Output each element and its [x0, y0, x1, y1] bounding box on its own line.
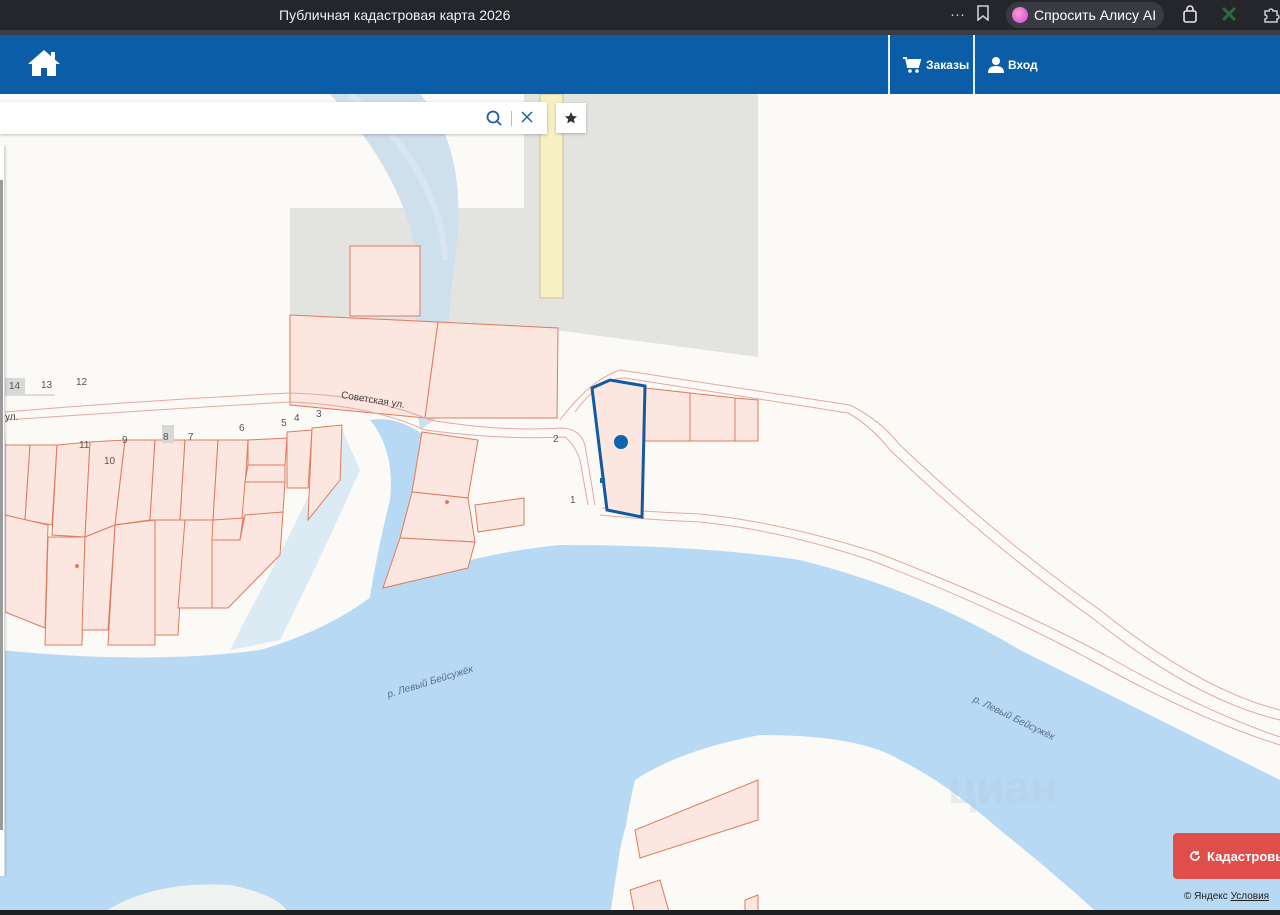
refresh-icon [1190, 851, 1200, 861]
house-number: 10 [104, 456, 116, 467]
home-button[interactable] [26, 48, 62, 80]
house-number: 7 [188, 432, 194, 443]
house-number: 14 [9, 381, 21, 392]
login-label: Вход [1008, 57, 1038, 72]
app-header: Заказы Вход [0, 35, 1280, 94]
shopping-bag-icon[interactable] [1182, 5, 1198, 29]
house-number: 11 [79, 440, 90, 451]
house-number: 5 [281, 418, 287, 429]
header-divider [888, 35, 890, 94]
map-copyright: © Яндекс Условия [1184, 891, 1270, 902]
selected-parcel-marker[interactable] [614, 435, 628, 449]
terms-link[interactable]: Условия [1231, 891, 1270, 902]
cadastral-map[interactable]: 14 13 12 11 9 10 8 7 6 5 4 3 2 1 Советск… [0, 94, 1280, 915]
star-icon [565, 112, 577, 124]
house-number: 8 [163, 432, 169, 443]
header-divider [973, 35, 975, 94]
search-icon[interactable] [486, 110, 502, 131]
browser-title-bar: Публичная кадастровая карта 2026 ··· Спр… [0, 0, 1280, 30]
ask-alice-button[interactable]: Спросить Алису AI [1006, 2, 1164, 28]
house-number: 1 [570, 495, 576, 506]
user-icon [988, 56, 1004, 73]
bookmark-icon[interactable] [976, 5, 990, 27]
house-number: 3 [316, 409, 322, 420]
house-number: 9 [122, 435, 128, 446]
search-divider [511, 111, 512, 126]
watermark: циан [948, 761, 1058, 813]
login-button[interactable]: Вход [988, 35, 1038, 94]
close-icon[interactable] [520, 110, 534, 129]
orders-label: Заказы [926, 57, 970, 72]
house-number: 6 [239, 423, 245, 434]
ask-alice-label: Спросить Алису AI [1034, 7, 1157, 23]
search-bar [0, 102, 547, 134]
house-number: 2 [553, 434, 559, 445]
cadastral-layers-button[interactable]: Кадастровы [1173, 833, 1280, 879]
house-number: 13 [41, 380, 53, 391]
extension-icon[interactable] [1220, 5, 1238, 29]
search-input[interactable] [0, 102, 470, 134]
house-number: 4 [294, 413, 300, 424]
home-icon [28, 50, 60, 76]
street-label-left: ул. [5, 412, 19, 423]
puzzle-icon[interactable] [1262, 5, 1280, 29]
browser-tab-title: Публичная кадастровая карта 2026 [279, 7, 511, 23]
bottom-edge [0, 910, 1280, 915]
favorites-button[interactable] [556, 103, 586, 133]
cadastral-layers-label: Кадастровы [1207, 848, 1280, 864]
orders-button[interactable]: Заказы [902, 35, 969, 94]
house-number: 12 [76, 377, 88, 388]
cart-icon [903, 56, 922, 73]
more-icon[interactable]: ··· [950, 5, 965, 25]
alice-icon [1012, 7, 1028, 23]
side-panel-scrollbar[interactable] [0, 180, 3, 830]
map-canvas[interactable] [0, 94, 1280, 915]
